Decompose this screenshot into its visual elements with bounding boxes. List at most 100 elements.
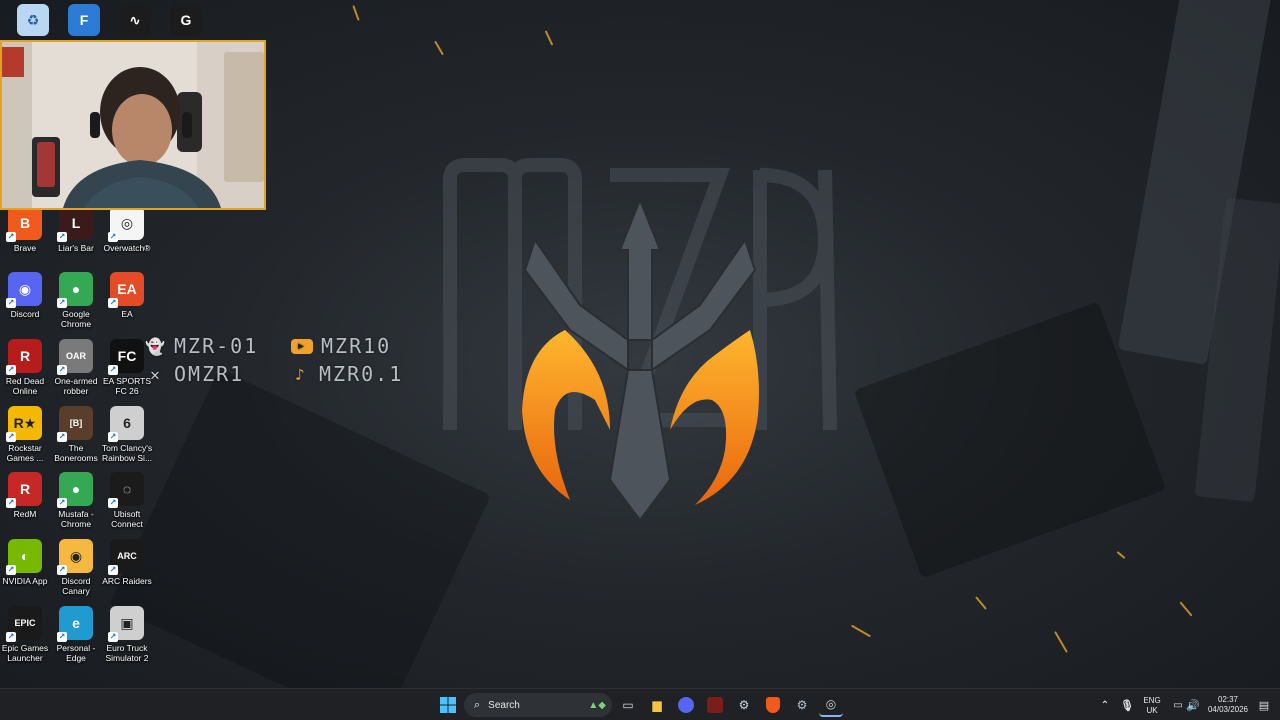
shortcut-arrow-icon: ↗: [57, 232, 67, 242]
desktop-icon[interactable]: EA ↗ EA: [102, 272, 152, 319]
tiktok-icon: ♪: [295, 364, 307, 384]
snapchat-handle: 👻 MZR-01: [145, 334, 259, 358]
desktop-icon[interactable]: [B] ↗ The Bonerooms: [51, 406, 101, 463]
desktop-icon[interactable]: ♻: [8, 4, 58, 36]
liars-bar-icon: [707, 697, 723, 713]
desktop-icon[interactable]: e ↗ Personal - Edge: [51, 606, 101, 663]
clock[interactable]: 02:37 04/03/2026: [1203, 695, 1253, 715]
epic-games-icon: EPIC ↗: [6, 606, 42, 642]
desktop-icon[interactable]: ● ↗ Mustafa - Chrome: [51, 472, 101, 529]
desktop-icon-label: Liar's Bar: [58, 243, 94, 253]
ubisoft-icon: ◌ ↗: [108, 472, 144, 508]
discord-taskbar-button[interactable]: [674, 693, 698, 717]
search-icon: ⌕: [474, 698, 481, 711]
x-handle: ✕ OMZR1: [146, 362, 244, 386]
desktop-icon[interactable]: ∿: [110, 4, 160, 36]
shortcut-arrow-icon: ↗: [108, 365, 118, 375]
desktop-icon-label: Personal - Edge: [56, 643, 96, 663]
keyboard-layout: UK: [1146, 706, 1158, 715]
desktop-icon[interactable]: 6 ↗ Tom Clancy's Rainbow Si...: [102, 406, 152, 463]
brave-icon: B ↗: [6, 206, 42, 242]
desktop-icon[interactable]: ARC ↗ ARC Raiders: [102, 539, 152, 586]
desktop-icon[interactable]: ◉ ↗ Discord Canary: [51, 539, 101, 596]
discord-icon: ◉ ↗: [6, 272, 42, 308]
desktop-icon[interactable]: F: [59, 4, 109, 36]
obs-taskbar-button[interactable]: ◎: [819, 693, 843, 717]
shortcut-arrow-icon: ↗: [57, 565, 67, 575]
desktop-icon-label: Discord Canary: [61, 576, 91, 596]
snapchat-handle-text: MZR-01: [174, 334, 259, 358]
taskbar-search[interactable]: ⌕ Search ▲◆: [464, 693, 612, 717]
desktop-icon[interactable]: EPIC ↗ Epic Games Launcher: [0, 606, 50, 663]
language-indicator[interactable]: ENG UK: [1138, 696, 1166, 716]
webcam-feed-image: [2, 42, 264, 208]
desktop-icon[interactable]: ● ↗ Google Chrome: [51, 272, 101, 329]
desktop-icon-label: Rockstar Games ...: [6, 443, 44, 463]
desktop-icon-label: Mustafa - Chrome: [58, 509, 94, 529]
desktop-icon[interactable]: B ↗ Brave: [0, 206, 50, 253]
desktop-icon[interactable]: R ↗ Red Dead Online: [0, 339, 50, 396]
desktop-icon-label: EA SPORTS FC 26: [102, 376, 152, 396]
youtube-handle-text: MZR10: [321, 334, 392, 358]
desktop-icon[interactable]: R★ ↗ Rockstar Games ...: [0, 406, 50, 463]
ea-sports-fc-icon: FC ↗: [108, 339, 144, 375]
desktop-icon[interactable]: ▣ ↗ Euro Truck Simulator 2: [102, 606, 152, 663]
brave-taskbar-button[interactable]: [761, 693, 785, 717]
chrome-profile-icon: ● ↗: [57, 472, 93, 508]
desktop-icon[interactable]: ◌ ↗ Ubisoft Connect: [102, 472, 152, 529]
shortcut-arrow-icon: ↗: [108, 232, 118, 242]
show-hidden-icons-button[interactable]: ⌃: [1093, 693, 1117, 717]
rockstar-icon: R★ ↗: [6, 406, 42, 442]
desktop-icon[interactable]: L ↗ Liar's Bar: [51, 206, 101, 253]
desktop-icon-label: Euro Truck Simulator 2: [105, 643, 149, 663]
rainbow-six-icon: 6 ↗: [108, 406, 144, 442]
recycle-bin-icon: ♻: [17, 4, 49, 36]
notifications-icon[interactable]: ▤: [1252, 693, 1276, 717]
desktop-icon-label: Overwatch®: [103, 243, 151, 253]
desktop-icon[interactable]: ◐ ↗ NVIDIA App: [0, 539, 50, 586]
desktop-icon[interactable]: OAR ↗ One-armed robber: [51, 339, 101, 396]
one-armed-robber-icon: OAR ↗: [57, 339, 93, 375]
file-explorer-button[interactable]: ▆: [645, 693, 669, 717]
bonerooms-icon: [B] ↗: [57, 406, 93, 442]
language-code: ENG: [1143, 696, 1161, 705]
ea-icon: EA ↗: [108, 272, 144, 308]
desktop-icon-label: The Bonerooms: [54, 443, 98, 463]
shortcut-arrow-icon: ↗: [108, 632, 118, 642]
desktop-icon-label: NVIDIA App: [2, 576, 48, 586]
desktop-icon-label: Ubisoft Connect: [111, 509, 143, 529]
shortcut-arrow-icon: ↗: [6, 298, 16, 308]
desktop-icon-label: EA: [121, 309, 133, 319]
edge-icon: e ↗: [57, 606, 93, 642]
settings-taskbar-button[interactable]: ⚙: [790, 693, 814, 717]
shortcut-arrow-icon: ↗: [108, 432, 118, 442]
steam-taskbar-button[interactable]: ⚙: [732, 693, 756, 717]
desktop-icon-label: Discord: [10, 309, 40, 319]
desktop-icon[interactable]: R ↗ RedM: [0, 472, 50, 519]
shortcut-arrow-icon: ↗: [6, 565, 16, 575]
desktop-icon-label: ARC Raiders: [102, 576, 152, 586]
shortcut-arrow-icon: ↗: [6, 232, 16, 242]
liars-bar-icon: L ↗: [57, 206, 93, 242]
start-button[interactable]: [436, 693, 460, 717]
shortcut-arrow-icon: ↗: [108, 498, 118, 508]
task-view-button[interactable]: ▭: [616, 693, 640, 717]
x-handle-text: OMZR1: [174, 362, 245, 386]
desktop-icon[interactable]: ◉ ↗ Discord: [0, 272, 50, 319]
youtube-icon: ▶: [291, 338, 313, 354]
tiktok-handle: ♪ MZR0.1: [291, 362, 403, 386]
search-placeholder: Search: [488, 699, 520, 711]
desktop-icon[interactable]: ◎ ↗ Overwatch®: [102, 206, 152, 253]
desktop-icon-label: Epic Games Launcher: [1, 643, 49, 663]
volume-icon[interactable]: 🔊: [1181, 693, 1205, 717]
clock-time: 02:37: [1217, 695, 1239, 704]
microphone-icon[interactable]: 🎙: [1115, 693, 1139, 717]
desktop-icon[interactable]: G: [161, 4, 211, 36]
desktop-icon-label: One-armed robber: [54, 376, 98, 396]
desktop-icon[interactable]: FC ↗ EA SPORTS FC 26: [102, 339, 152, 396]
liars-bar-taskbar-button[interactable]: [703, 693, 727, 717]
mzr-logo-wallpaper: [443, 158, 837, 522]
desktop-icon-label: Brave: [13, 243, 37, 253]
shortcut-arrow-icon: ↗: [6, 632, 16, 642]
shortcut-arrow-icon: ↗: [57, 298, 67, 308]
